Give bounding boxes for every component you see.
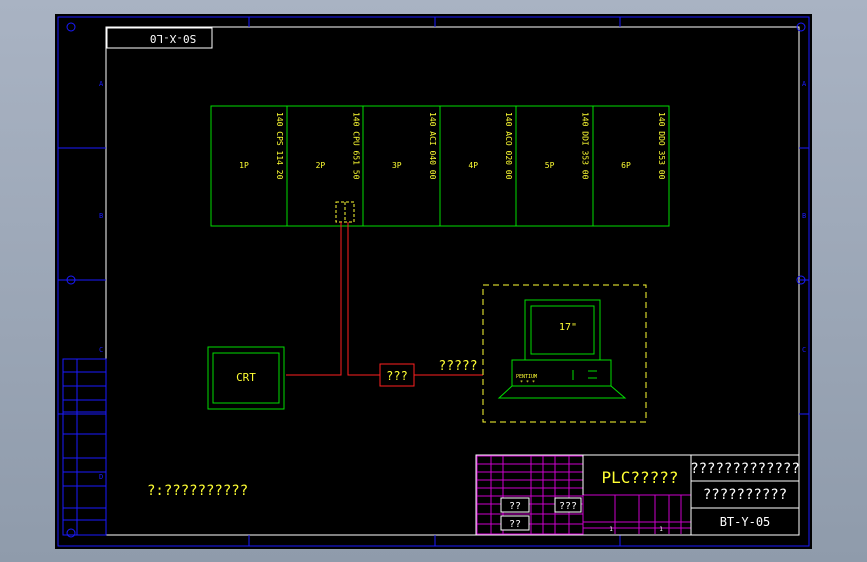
title-block-cell-d: 1 <box>609 526 613 533</box>
title-block-title: PLC????? <box>601 468 678 487</box>
module-slot-label: 1P <box>239 161 249 170</box>
drawing-note: ?:?????????? <box>147 483 248 499</box>
corner-circle-bl <box>66 528 76 538</box>
border-letter-b: B <box>99 212 103 220</box>
module-model-label: 140 CPS 114 20 <box>275 112 284 180</box>
title-block-cell-e: 1 <box>659 526 663 533</box>
title-block-cell-c: ?? <box>509 519 521 530</box>
border-letter-c: C <box>99 346 103 354</box>
left-revision-block <box>62 358 107 536</box>
module-model-label: 140 ACI 040 00 <box>428 112 437 180</box>
computer-dots: * * * <box>520 380 535 386</box>
inner-frame <box>105 26 800 536</box>
title-block-drawing-no: BT-Y-05 <box>720 515 771 529</box>
module-slot-label: 6P <box>621 161 631 170</box>
border-letter-a: A <box>99 80 104 88</box>
workstation-computer <box>497 299 627 399</box>
module-slot-label: 4P <box>468 161 478 170</box>
border-letter-c-right: C <box>802 346 806 354</box>
corner-circle-tl <box>66 22 76 32</box>
drawing-canvas: A B C D A B C S0-X-L0 1P 140 CPS 114 20 2P… <box>57 16 810 547</box>
module-model-label: 140 DDO 353 00 <box>657 112 666 180</box>
module-slot-label: 3P <box>392 161 402 170</box>
module-slot-label: 2P <box>316 161 326 170</box>
stamp-text: S0-X-L0 <box>150 32 196 45</box>
drawing-sheet: A B C D A B C S0-X-L0 1P 140 CPS 114 20 2P… <box>55 14 812 549</box>
border-letter-d: D <box>99 473 103 481</box>
crt-label: CRT <box>236 371 256 384</box>
wires <box>286 222 483 376</box>
title-block-project-line2: ?????????? <box>703 487 787 503</box>
monitor-label: 17" <box>559 322 577 333</box>
module-model-label: 140 DDI 353 00 <box>581 112 590 180</box>
module-model-label: 140 CPU 651 50 <box>351 112 360 180</box>
link-label: ????? <box>438 359 477 374</box>
title-block-project-line1: ????????????? <box>690 461 800 477</box>
border-letter-a-right: A <box>802 80 807 88</box>
title-block-cell-a: ?? <box>509 501 521 512</box>
border-letter-b-right: B <box>802 212 806 220</box>
module-slot-label: 5P <box>545 161 555 170</box>
converter-label: ??? <box>386 369 408 383</box>
title-block-cell-b: ??? <box>559 501 577 512</box>
module-model-label: 140 ACO 020 00 <box>504 112 513 180</box>
